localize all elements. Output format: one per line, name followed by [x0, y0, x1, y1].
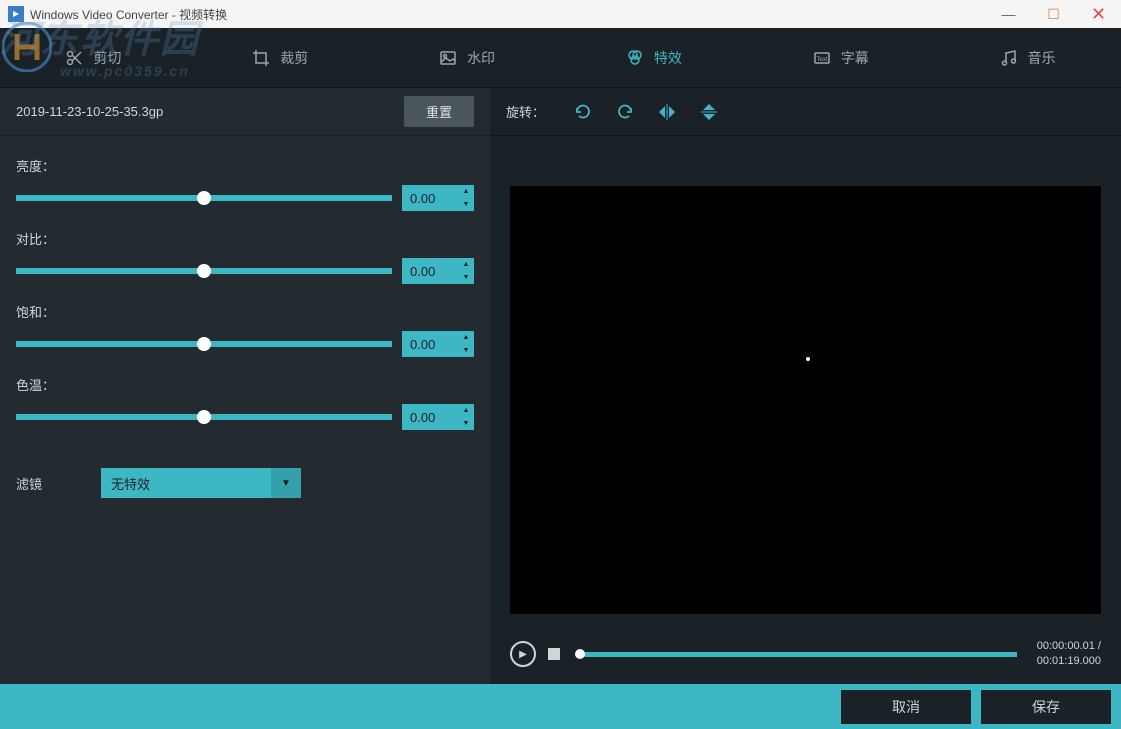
tab-effects-label: 特效 [654, 48, 682, 68]
tab-cut-label: 剪切 [93, 48, 121, 68]
temperature-value[interactable]: 0.00 ▲▼ [402, 404, 474, 430]
saturation-group: 饱和： 0.00 ▲▼ [16, 302, 474, 357]
spinner-up[interactable]: ▲ [458, 185, 474, 198]
rotate-row: 旋转： [490, 88, 1121, 136]
tab-music-label: 音乐 [1028, 48, 1056, 68]
close-button[interactable]: ✕ [1076, 0, 1121, 28]
window-controls: — ☐ ✕ [986, 0, 1121, 28]
brightness-slider[interactable] [16, 195, 392, 201]
tab-crop[interactable]: 裁剪 [187, 28, 374, 87]
right-panel: 旋转： ▶ 00:00:00.01 / 00:01:19.000 [490, 88, 1121, 684]
contrast-group: 对比： 0.00 ▲▼ [16, 229, 474, 284]
saturation-label: 饱和： [16, 302, 474, 321]
left-panel: 2019-11-23-10-25-35.3gp 重置 亮度： 0.00 ▲▼ 对… [0, 88, 490, 684]
sliders-panel: 亮度： 0.00 ▲▼ 对比： 0.00 ▲▼ [0, 136, 490, 458]
tab-crop-label: 裁剪 [280, 48, 308, 68]
temperature-label: 色温： [16, 375, 474, 394]
slider-thumb[interactable] [197, 410, 211, 424]
chevron-down-icon[interactable]: ▼ [271, 468, 301, 498]
tab-watermark-label: 水印 [467, 48, 495, 68]
brightness-group: 亮度： 0.00 ▲▼ [16, 156, 474, 211]
spinner-down[interactable]: ▼ [458, 198, 474, 211]
spinner-down[interactable]: ▼ [458, 344, 474, 357]
app-icon [8, 6, 24, 22]
scissors-icon [65, 49, 83, 67]
music-icon [1000, 49, 1018, 67]
saturation-slider[interactable] [16, 341, 392, 347]
spinner-down[interactable]: ▼ [458, 417, 474, 430]
flip-horizontal-button[interactable] [655, 100, 679, 124]
filter-select[interactable]: 无特效 ▼ [101, 468, 301, 498]
flip-vertical-button[interactable] [697, 100, 721, 124]
preview-content [806, 357, 810, 361]
reset-button[interactable]: 重置 [404, 96, 474, 127]
contrast-label: 对比： [16, 229, 474, 248]
titlebar: Windows Video Converter - 视频转换 — ☐ ✕ [0, 0, 1121, 28]
text-icon: Text [813, 49, 831, 67]
playback-controls: ▶ 00:00:00.01 / 00:01:19.000 [490, 624, 1121, 684]
crop-icon [252, 49, 270, 67]
play-button[interactable]: ▶ [510, 641, 536, 667]
effects-icon [626, 49, 644, 67]
spinner-up[interactable]: ▲ [458, 258, 474, 271]
temperature-slider[interactable] [16, 414, 392, 420]
main-content: 2019-11-23-10-25-35.3gp 重置 亮度： 0.00 ▲▼ 对… [0, 88, 1121, 684]
rotate-left-button[interactable] [571, 100, 595, 124]
filter-label: 滤镜 [16, 474, 61, 493]
filter-value: 无特效 [101, 474, 271, 493]
window-title: Windows Video Converter - 视频转换 [30, 6, 986, 23]
tab-subtitle-label: 字幕 [841, 48, 869, 68]
progress-slider[interactable] [580, 652, 1017, 657]
slider-thumb[interactable] [197, 191, 211, 205]
slider-thumb[interactable] [197, 337, 211, 351]
saturation-value[interactable]: 0.00 ▲▼ [402, 331, 474, 357]
spinner-up[interactable]: ▲ [458, 331, 474, 344]
slider-thumb[interactable] [197, 264, 211, 278]
tab-effects[interactable]: 特效 [560, 28, 747, 87]
file-row: 2019-11-23-10-25-35.3gp 重置 [0, 88, 490, 136]
progress-thumb[interactable] [575, 649, 585, 659]
minimize-button[interactable]: — [986, 0, 1031, 28]
save-button[interactable]: 保存 [981, 690, 1111, 724]
brightness-value[interactable]: 0.00 ▲▼ [402, 185, 474, 211]
svg-text:Text: Text [816, 57, 827, 63]
tab-music[interactable]: 音乐 [934, 28, 1121, 87]
time-display: 00:00:00.01 / 00:01:19.000 [1037, 639, 1101, 670]
tab-subtitle[interactable]: Text 字幕 [747, 28, 934, 87]
watermark-logo [2, 22, 52, 72]
tab-watermark[interactable]: 水印 [374, 28, 561, 87]
cancel-button[interactable]: 取消 [841, 690, 971, 724]
spinner-down[interactable]: ▼ [458, 271, 474, 284]
brightness-label: 亮度： [16, 156, 474, 175]
rotate-label: 旋转： [506, 102, 545, 121]
footer: 取消 保存 [0, 684, 1121, 729]
contrast-value[interactable]: 0.00 ▲▼ [402, 258, 474, 284]
maximize-button[interactable]: ☐ [1031, 0, 1076, 28]
rotate-right-button[interactable] [613, 100, 637, 124]
file-name: 2019-11-23-10-25-35.3gp [16, 104, 404, 119]
image-icon [439, 49, 457, 67]
contrast-slider[interactable] [16, 268, 392, 274]
temperature-group: 色温： 0.00 ▲▼ [16, 375, 474, 430]
video-preview[interactable] [510, 186, 1101, 614]
spinner-up[interactable]: ▲ [458, 404, 474, 417]
filter-row: 滤镜 无特效 ▼ [0, 458, 490, 508]
stop-button[interactable] [548, 648, 560, 660]
tabs-bar: 剪切 裁剪 水印 特效 Text 字幕 音乐 [0, 28, 1121, 88]
